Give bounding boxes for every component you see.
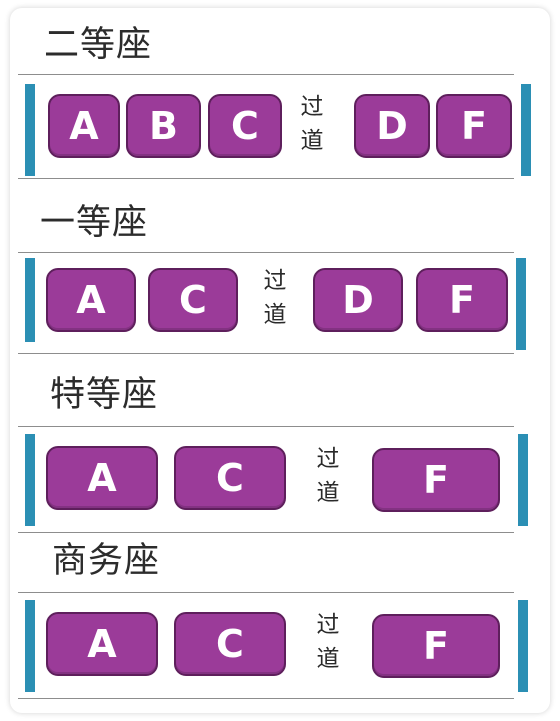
section-title: 特等座	[50, 375, 159, 415]
aisle-char: 道	[263, 302, 287, 328]
seat-b[interactable]: B	[126, 94, 201, 158]
divider	[18, 252, 514, 253]
seat-a[interactable]: A	[46, 446, 158, 510]
window-bar-right	[518, 434, 528, 526]
aisle-char: 道	[300, 128, 324, 154]
seat-f[interactable]: F	[372, 448, 500, 512]
aisle-label: 过 道	[313, 442, 343, 510]
seat-a[interactable]: A	[48, 94, 120, 158]
seat-c[interactable]: C	[174, 612, 286, 676]
window-bar-left	[25, 434, 35, 526]
seat-c[interactable]: C	[148, 268, 238, 332]
divider	[18, 532, 514, 533]
aisle-label: 过 道	[260, 264, 290, 332]
aisle-char: 道	[316, 646, 340, 672]
window-bar-left	[25, 258, 35, 342]
seat-a[interactable]: A	[46, 612, 158, 676]
seat-f[interactable]: F	[436, 94, 512, 158]
window-bar-left	[25, 84, 35, 176]
aisle-char: 过	[263, 268, 287, 294]
section-title: 商务座	[52, 541, 161, 581]
divider	[18, 74, 514, 75]
aisle-char: 过	[300, 94, 324, 120]
section-title: 二等座	[44, 25, 153, 65]
divider	[18, 592, 514, 593]
divider	[18, 426, 514, 427]
aisle-label: 过 道	[297, 90, 327, 158]
seat-d[interactable]: D	[354, 94, 430, 158]
window-bar-left	[25, 600, 35, 692]
seat-c[interactable]: C	[208, 94, 282, 158]
divider	[18, 698, 514, 699]
aisle-label: 过 道	[313, 608, 343, 676]
section-title: 一等座	[40, 203, 149, 243]
seat-chart-card: 二等座 A B C 过 道 D F 一等座 A C 过 道 D F 特等座 A …	[10, 8, 550, 713]
aisle-char: 过	[316, 612, 340, 638]
seat-f[interactable]: F	[372, 614, 500, 678]
window-bar-right	[518, 600, 528, 692]
divider	[18, 178, 514, 179]
aisle-char: 道	[316, 480, 340, 506]
divider	[18, 353, 514, 354]
seat-f[interactable]: F	[416, 268, 508, 332]
seat-c[interactable]: C	[174, 446, 286, 510]
seat-d[interactable]: D	[313, 268, 403, 332]
aisle-char: 过	[316, 446, 340, 472]
window-bar-right	[521, 84, 531, 176]
window-bar-right	[516, 258, 526, 350]
seat-a[interactable]: A	[46, 268, 136, 332]
